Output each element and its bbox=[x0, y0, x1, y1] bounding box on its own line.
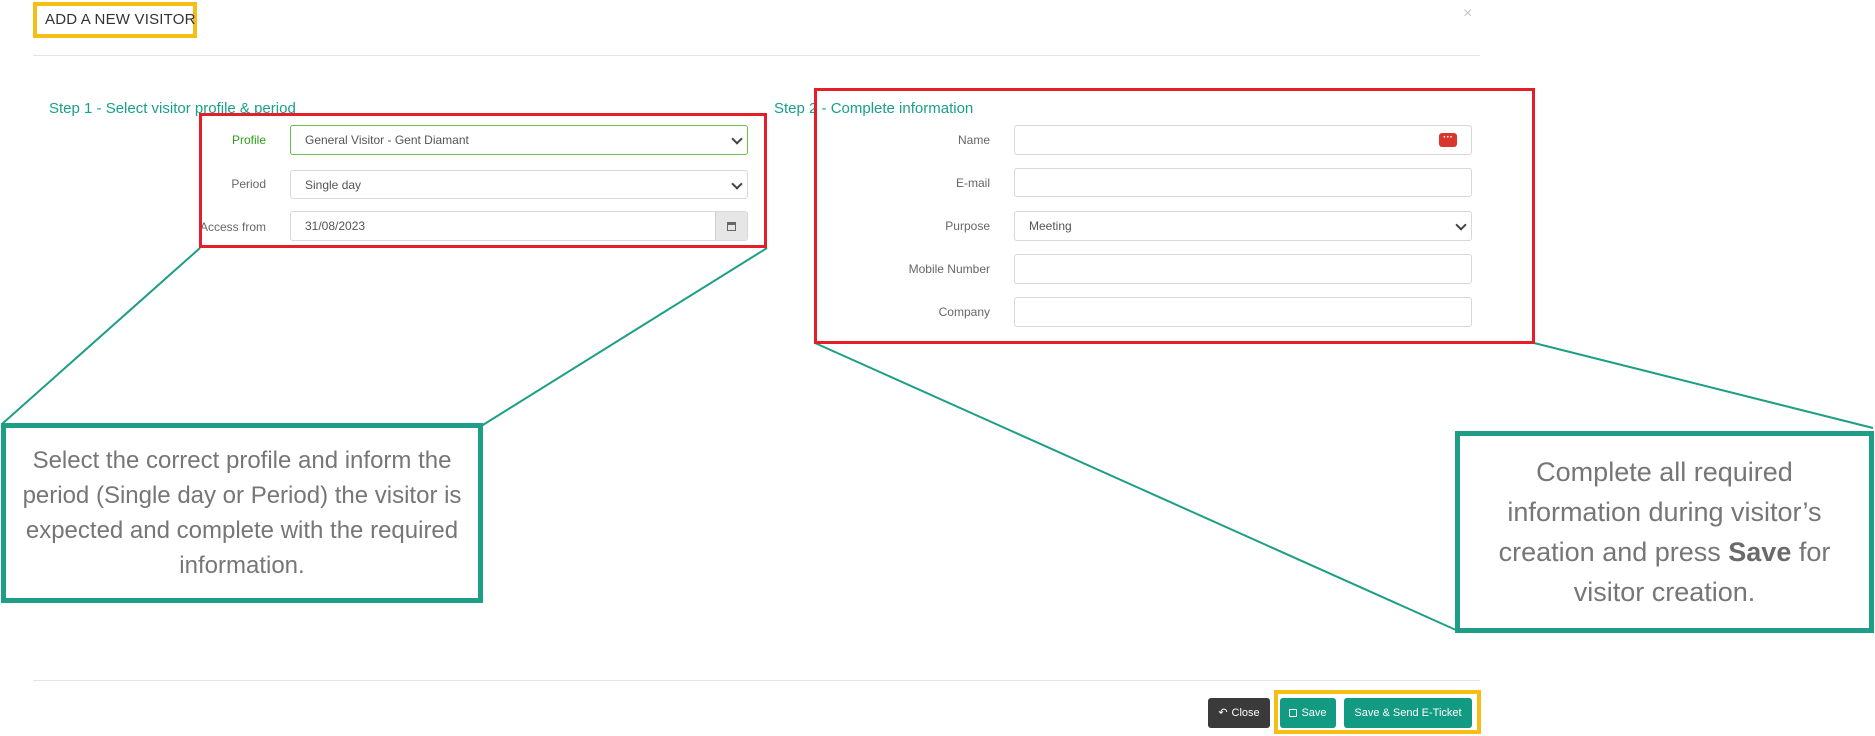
close-icon[interactable]: × bbox=[1463, 5, 1472, 23]
connector-line bbox=[1, 247, 201, 425]
close-button-label: Close bbox=[1231, 707, 1260, 719]
header-divider bbox=[33, 55, 1480, 56]
floppy-icon bbox=[1289, 709, 1298, 717]
save-button-label: Save bbox=[1301, 707, 1327, 719]
right-callout-bold: Save bbox=[1728, 537, 1792, 567]
right-callout-text: Complete all required information during… bbox=[1470, 452, 1860, 612]
connector-line bbox=[814, 342, 1457, 631]
save-send-eticket-label: Save & Send E-Ticket bbox=[1354, 707, 1462, 719]
connector-line bbox=[1533, 342, 1874, 429]
step2-highlight-box bbox=[814, 88, 1535, 344]
left-callout-box: Select the correct profile and inform th… bbox=[1, 423, 483, 603]
connector-line bbox=[477, 247, 768, 429]
save-button[interactable]: Save bbox=[1280, 698, 1336, 728]
right-callout-box: Complete all required information during… bbox=[1455, 431, 1874, 633]
undo-icon: ↶ bbox=[1218, 707, 1228, 719]
save-send-eticket-button[interactable]: Save & Send E-Ticket bbox=[1344, 698, 1472, 728]
modal-title: ADD A NEW VISITOR bbox=[45, 11, 196, 28]
left-callout-text: Select the correct profile and inform th… bbox=[22, 447, 462, 579]
step1-highlight-box bbox=[199, 113, 767, 248]
footer-divider bbox=[33, 680, 1480, 681]
close-button[interactable]: ↶ Close bbox=[1208, 698, 1270, 728]
